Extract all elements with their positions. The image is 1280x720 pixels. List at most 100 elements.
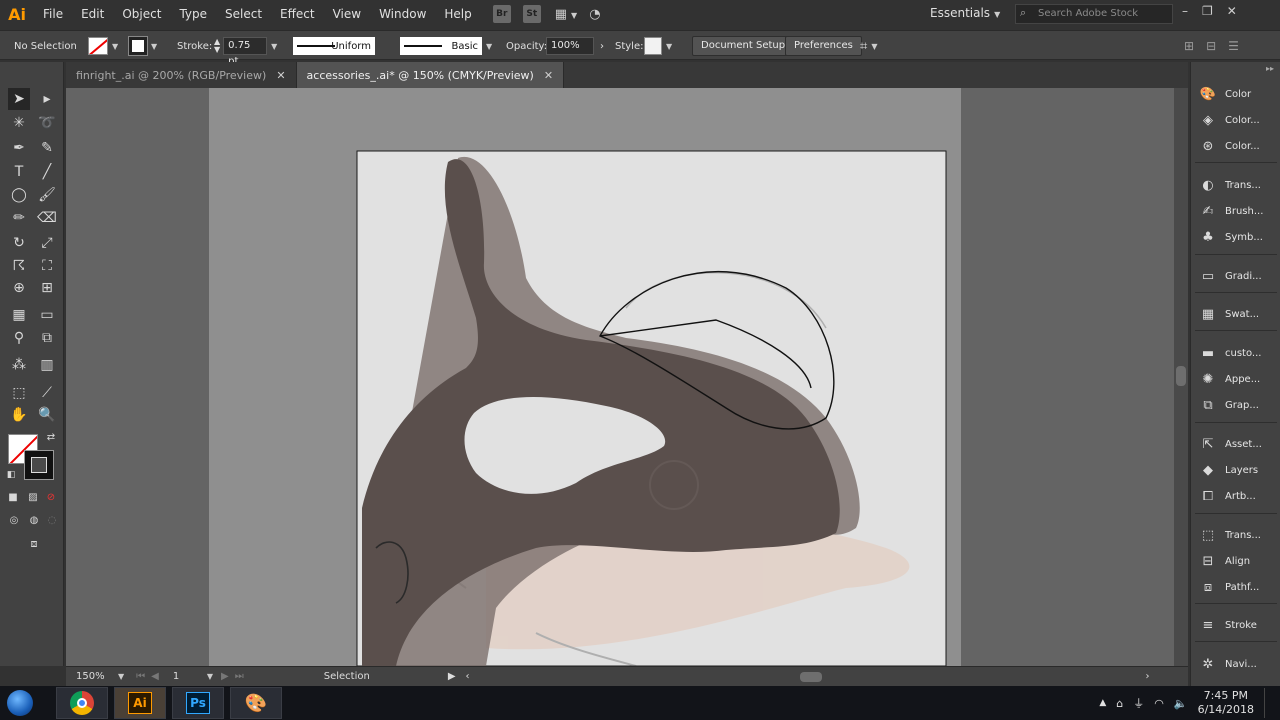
gradient-tool-icon[interactable]: ▭ — [36, 304, 58, 326]
menu-window[interactable]: Window — [370, 0, 435, 28]
menu-object[interactable]: Object — [113, 0, 170, 28]
scale-tool-icon[interactable]: ⤢ — [36, 232, 58, 254]
first-artboard-icon[interactable]: ⏮ — [136, 671, 145, 682]
taskbar-chrome[interactable] — [56, 687, 108, 719]
artboard-tool-icon[interactable]: ⬚ — [8, 382, 30, 404]
type-tool-icon[interactable]: T — [8, 161, 30, 183]
minimize-icon[interactable]: – — [1182, 4, 1188, 18]
rotate-tool-icon[interactable]: ↻ — [8, 232, 30, 254]
panel-align[interactable]: ⊟ Align — [1191, 548, 1280, 574]
artboard-dropdown-icon[interactable]: ▼ — [207, 672, 213, 681]
clock[interactable]: 7:45 PM 6/14/2018 — [1198, 689, 1254, 717]
menu-effect[interactable]: Effect — [271, 0, 324, 28]
menu-help[interactable]: Help — [435, 0, 480, 28]
canvas-area[interactable] — [66, 88, 1174, 666]
warp-tool-icon[interactable]: ☈ — [8, 255, 30, 277]
start-button[interactable] — [0, 686, 40, 720]
screen-mode-icon[interactable]: ⧈ — [24, 536, 44, 552]
opacity-field[interactable]: 100% — [546, 37, 594, 55]
panel-color-themes[interactable]: ⊛ Color... — [1191, 133, 1280, 159]
menu-edit[interactable]: Edit — [72, 0, 113, 28]
panel-layers[interactable]: ◆ Layers — [1191, 457, 1280, 483]
hand-tool-icon[interactable]: ✋ — [8, 404, 30, 426]
panel-artboards[interactable]: ⧠ Artb... — [1191, 483, 1280, 509]
eraser-tool-icon[interactable]: ⌫ — [36, 207, 58, 229]
slice-tool-icon[interactable]: ⟋ — [36, 382, 58, 404]
shape-builder-tool-icon[interactable]: ⊕ — [8, 277, 30, 299]
free-transform-tool-icon[interactable]: ⛶ — [36, 255, 58, 277]
panel-navigator[interactable]: ✲ Navi... — [1191, 651, 1280, 677]
taskbar-illustrator[interactable]: Ai — [114, 687, 166, 719]
zoom-level[interactable]: 150% — [76, 671, 118, 682]
zoom-tool-icon[interactable]: 🔍 — [36, 404, 58, 426]
gpu-performance-icon[interactable]: ◔ — [589, 7, 600, 22]
column-graph-tool-icon[interactable]: ▥ — [36, 354, 58, 376]
stroke-weight-field[interactable]: 0.75 pt — [223, 37, 268, 67]
search-input[interactable]: Search Adobe Stock — [1015, 4, 1173, 24]
gradient-mode-icon[interactable]: ▨ — [26, 490, 40, 504]
wifi-icon[interactable]: ◠ — [1154, 697, 1164, 710]
last-artboard-icon[interactable]: ⏭ — [235, 671, 244, 682]
show-hidden-icons-icon[interactable]: ▲ — [1099, 698, 1106, 708]
panel-gradient[interactable]: ▭ Gradi... — [1191, 263, 1280, 289]
menu-type[interactable]: Type — [170, 0, 216, 28]
blend-tool-icon[interactable]: ⧉ — [36, 327, 58, 349]
close-icon[interactable]: ✕ — [1227, 4, 1237, 18]
mesh-tool-icon[interactable]: ▦ — [8, 304, 30, 326]
arrange-documents-icon[interactable]: ▦ ▼ — [555, 7, 577, 22]
none-mode-icon[interactable]: ⊘ — [44, 490, 58, 504]
taskbar-photoshop[interactable]: Ps — [172, 687, 224, 719]
menu-select[interactable]: Select — [216, 0, 271, 28]
eyedropper-tool-icon[interactable]: ⚲ — [8, 327, 30, 349]
panel-menu-icon[interactable]: ☰ — [1228, 39, 1239, 53]
close-icon[interactable]: ✕ — [276, 69, 285, 82]
panel-brushes[interactable]: ✍ Brush... — [1191, 198, 1280, 224]
panel-appearance[interactable]: ✺ Appe... — [1191, 366, 1280, 392]
vertical-scrollbar[interactable] — [1174, 88, 1188, 666]
swap-fill-stroke-icon[interactable]: ⇄ — [44, 430, 58, 444]
paintbrush-tool-icon[interactable]: 🖌 — [36, 184, 58, 206]
panel-color[interactable]: 🎨 Color — [1191, 81, 1280, 107]
panel-transform[interactable]: ⬚ Trans... — [1191, 522, 1280, 548]
status-menu-icon[interactable]: ▶ — [448, 671, 456, 682]
curvature-tool-icon[interactable]: ✎ — [36, 137, 58, 159]
scroll-left-icon[interactable]: ‹ — [466, 671, 470, 682]
default-colors-icon[interactable]: ◧ — [4, 468, 18, 482]
transform-menu-icon[interactable]: ⌗ ▼ — [860, 31, 877, 61]
opacity-control[interactable]: 100% › — [546, 31, 604, 61]
preferences-button[interactable]: Preferences — [785, 36, 862, 56]
panel-pathfinder[interactable]: ⧈ Pathf... — [1191, 574, 1280, 600]
panel-transparency[interactable]: ◐ Trans... — [1191, 172, 1280, 198]
stroke-swatch[interactable] — [24, 450, 54, 480]
volume-icon[interactable]: 🔈 — [1174, 697, 1188, 710]
bridge-button[interactable]: Br — [492, 5, 511, 23]
stock-button[interactable]: St — [522, 5, 541, 23]
scroll-right-icon[interactable]: › — [1146, 671, 1150, 682]
align-icon[interactable]: ⊞ — [1184, 39, 1194, 53]
close-icon[interactable]: ✕ — [544, 69, 553, 82]
usb-icon[interactable]: ⏚ — [1133, 695, 1144, 711]
pencil-tool-icon[interactable]: ✏ — [8, 207, 30, 229]
tab-finright[interactable]: finright_.ai @ 200% (RGB/Preview) ✕ — [66, 62, 297, 88]
panel-graphic-styles[interactable]: ⧉ Grap... — [1191, 392, 1280, 418]
pen-tool-icon[interactable]: ✒ — [8, 137, 30, 159]
lasso-tool-icon[interactable]: ➰ — [36, 112, 58, 134]
draw-normal-icon[interactable]: ◎ — [6, 512, 22, 528]
draw-behind-icon[interactable]: ◍ — [26, 512, 42, 528]
document-canvas[interactable] — [66, 88, 1174, 666]
menu-view[interactable]: View — [324, 0, 370, 28]
brush-definition[interactable]: Basic ▼ — [400, 31, 492, 61]
panel-stroke[interactable]: ≡ Stroke — [1191, 612, 1280, 638]
menu-file[interactable]: File — [34, 0, 72, 28]
variable-width-profile[interactable]: Uniform — [293, 31, 375, 61]
stroke-weight-stepper[interactable]: ▲▼ 0.75 pt▼ — [214, 31, 277, 67]
show-desktop-button[interactable] — [1264, 688, 1270, 718]
ellipse-tool-icon[interactable]: ◯ — [8, 184, 30, 206]
taskbar-paint[interactable]: 🎨 — [230, 687, 282, 719]
direct-selection-tool-icon[interactable]: ▸ — [36, 88, 58, 110]
horizontal-scroll-thumb[interactable] — [799, 671, 822, 682]
restore-icon[interactable]: ❐ — [1202, 4, 1213, 18]
symbol-sprayer-tool-icon[interactable]: ⁂ — [8, 354, 30, 376]
network-icon[interactable]: ⌂ — [1116, 697, 1123, 710]
selection-tool-icon[interactable]: ➤ — [8, 88, 30, 110]
